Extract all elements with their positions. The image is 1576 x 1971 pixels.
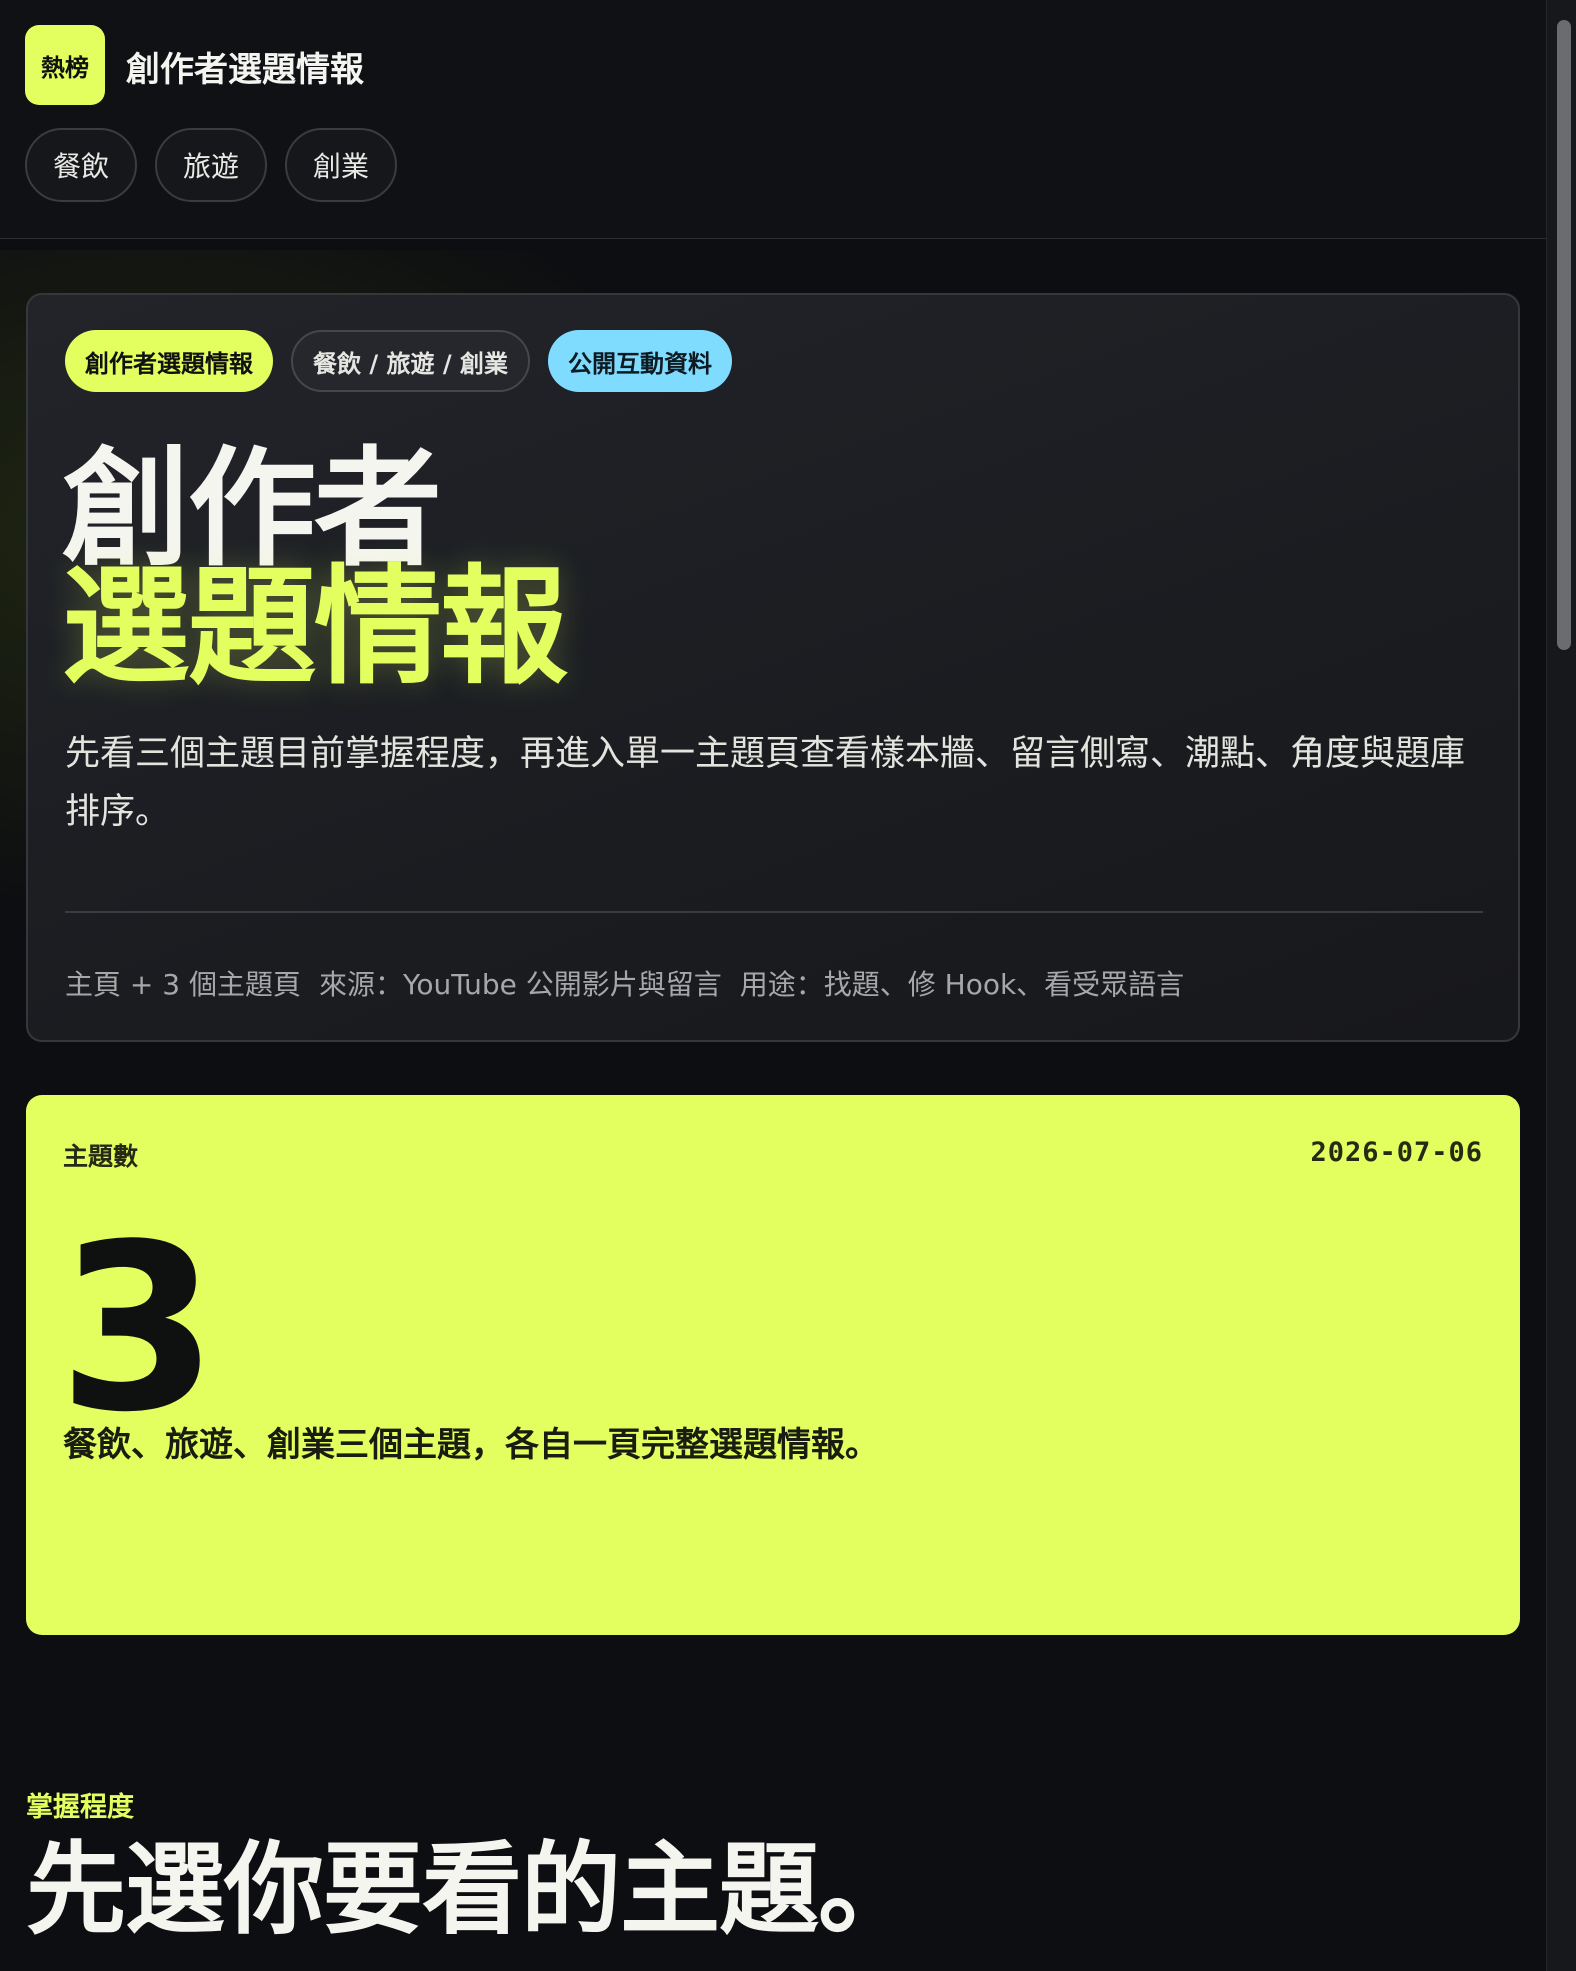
logo-badge[interactable]: 熱榜 (25, 25, 105, 105)
site-title[interactable]: 創作者選題情報 (126, 42, 364, 91)
hero-title-line2: 選題情報 (62, 553, 568, 702)
hero-card: 創作者選題情報 餐飲 / 旅遊 / 創業 公開互動資料 創作者 選題情報 先看三… (26, 293, 1520, 1042)
stat-date: 2026-07-06 (1310, 1137, 1483, 1168)
site-header: 熱榜 創作者選題情報 餐飲 旅遊 創業 (0, 0, 1546, 239)
hero-chips: 創作者選題情報 餐飲 / 旅遊 / 創業 公開互動資料 (65, 330, 732, 392)
hero-meta: 主頁 + 3 個主題頁 來源：YouTube 公開影片與留言 用途：找題、修 H… (65, 963, 1184, 1003)
scrollbar-thumb[interactable] (1557, 20, 1571, 650)
chip-creator-intel: 創作者選題情報 (65, 330, 273, 392)
stat-value: 3 (58, 1196, 219, 1463)
nav-item-dining[interactable]: 餐飲 (25, 128, 138, 202)
stat-description: 餐飲、旅遊、創業三個主題，各自一頁完整選題情報。 (63, 1425, 879, 1465)
stat-label: 主題數 (63, 1142, 139, 1171)
section-kicker: 掌握程度 (26, 1792, 134, 1823)
meta-usage: 用途：找題、修 Hook、看受眾語言 (739, 968, 1185, 1001)
meta-source: 來源：YouTube 公開影片與留言 (318, 968, 722, 1001)
chip-public-data: 公開互動資料 (547, 330, 732, 392)
topic-nav: 餐飲 旅遊 創業 (25, 128, 398, 202)
nav-item-travel[interactable]: 旅遊 (155, 128, 268, 202)
hero-description: 先看三個主題目前掌握程度，再進入單一主題頁查看樣本牆、留言側寫、潮點、角度與題庫… (65, 734, 1466, 832)
page: 熱榜 創作者選題情報 餐飲 旅遊 創業 創作者選題情報 餐飲 / 旅遊 / 創業… (0, 0, 1576, 1971)
logo-text: 熱榜 (41, 53, 89, 82)
chip-topics: 餐飲 / 旅遊 / 創業 (291, 330, 530, 392)
meta-pages: 主頁 + 3 個主題頁 (65, 968, 301, 1001)
nav-item-startup[interactable]: 創業 (285, 128, 398, 202)
section-title: 先選你要看的主題。 (26, 1831, 918, 1948)
hero-divider (65, 911, 1483, 913)
topic-count-card: 主題數 2026-07-06 3 餐飲、旅遊、創業三個主題，各自一頁完整選題情報… (26, 1095, 1520, 1635)
